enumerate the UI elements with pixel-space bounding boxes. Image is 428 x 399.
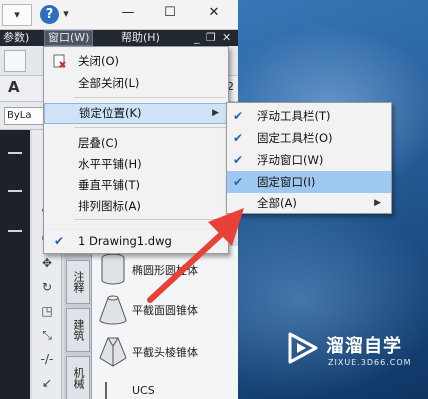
tab-annotation[interactable]: 注释 xyxy=(66,260,90,304)
watermark: 溜溜自学 ZIXUE.3D66.COM xyxy=(284,326,424,382)
maximize-button[interactable]: ☐ xyxy=(160,3,180,23)
tab-architecture[interactable]: 建筑 xyxy=(66,308,90,352)
check-icon: ✔ xyxy=(54,234,65,248)
submenu-item-label: 浮动窗口(W) xyxy=(257,153,324,167)
doc-close-button[interactable]: ✕ xyxy=(222,30,231,46)
tool-truncated-cone[interactable]: 平截面圆锥体 xyxy=(96,290,236,330)
menu-item-tile-vertical[interactable]: 垂直平铺(T) xyxy=(44,175,228,196)
arc-tool-icon[interactable]: ↙ xyxy=(37,374,57,392)
rotate-tool-icon[interactable]: ↻ xyxy=(37,278,57,296)
dimension-tool-icon[interactable]: ⤡ xyxy=(37,326,57,344)
move-tool-icon[interactable]: ✥ xyxy=(37,254,57,272)
play-logo-icon xyxy=(288,332,318,364)
submenu-item-all[interactable]: 全部(A) ▶ xyxy=(227,193,391,213)
window-menu-documents: ✔ 1 Drawing1.dwg xyxy=(43,230,229,254)
menu-item-label: 排列图标(A) xyxy=(78,199,141,213)
menu-item-label: 水平平铺(H) xyxy=(78,157,142,171)
tool-label: 椭圆形圆柱体 xyxy=(132,264,198,277)
menu-item-drawing1[interactable]: ✔ 1 Drawing1.dwg xyxy=(44,231,228,252)
check-icon: ✔ xyxy=(233,131,244,145)
doc-minimize-button[interactable]: _ xyxy=(194,30,200,46)
tab-mechanical[interactable]: 机械 xyxy=(66,356,90,399)
tool-label: 平截面圆锥体 xyxy=(132,304,198,317)
tool-truncated-pyramid[interactable]: 平截头棱锥体 xyxy=(96,332,236,372)
text-style-icon[interactable]: A xyxy=(8,78,34,98)
submenu-item-label: 固定窗口(I) xyxy=(257,175,316,189)
menu-item-cascade[interactable]: 层叠(C) xyxy=(44,133,228,154)
tool-ucs[interactable]: UCS xyxy=(96,372,236,399)
menu-separator xyxy=(74,127,226,128)
help-dropdown-icon[interactable]: ▾ xyxy=(60,4,72,26)
submenu-item-label: 全部(A) xyxy=(257,196,297,210)
left-dock-strip xyxy=(0,130,30,399)
select-tool-icon[interactable]: ◳ xyxy=(37,302,57,320)
tool-label: 平截头棱锥体 xyxy=(132,346,198,359)
submenu-arrow-icon: ▶ xyxy=(374,198,381,208)
minimize-button[interactable]: — xyxy=(118,3,138,23)
check-icon: ✔ xyxy=(233,153,244,167)
menu-item-label: 1 Drawing1.dwg xyxy=(78,234,172,248)
submenu-item-floating-windows[interactable]: ✔ 浮动窗口(W) xyxy=(227,149,391,171)
submenu-item-docked-windows[interactable]: ✔ 固定窗口(I) xyxy=(227,171,391,193)
ucs-icon xyxy=(105,382,107,399)
truncated-pyramid-icon xyxy=(99,337,127,367)
watermark-title: 溜溜自学 xyxy=(326,336,402,357)
menu-item-arrange-icons[interactable]: 排列图标(A) xyxy=(44,196,228,217)
menu-item-label: 垂直平铺(T) xyxy=(78,178,140,192)
menu-item-lock-location[interactable]: 锁定位置(K) ▶ xyxy=(44,103,228,124)
menu-separator xyxy=(74,219,226,220)
linear-tool-icon[interactable]: -/- xyxy=(37,350,57,368)
quick-access-dropdown[interactable]: ▾ xyxy=(2,4,32,26)
dock-marker xyxy=(8,152,22,154)
dock-marker xyxy=(8,190,22,192)
menu-item-label: 锁定位置(K) xyxy=(79,106,142,120)
menu-help[interactable]: 帮助(H) xyxy=(118,30,163,46)
submenu-item-floating-toolbars[interactable]: ✔ 浮动工具栏(T) xyxy=(227,105,391,127)
check-icon: ✔ xyxy=(233,175,244,189)
menu-parametric[interactable]: 参数) xyxy=(0,30,32,46)
submenu-item-label: 浮动工具栏(T) xyxy=(257,109,331,123)
dock-marker xyxy=(8,230,22,232)
close-document-icon xyxy=(53,54,66,68)
submenu-item-docked-toolbars[interactable]: ✔ 固定工具栏(O) xyxy=(227,127,391,149)
menu-item-close[interactable]: 关闭(O) xyxy=(44,51,228,72)
elliptical-cylinder-icon xyxy=(101,253,125,285)
watermark-url: ZIXUE.3D66.COM xyxy=(328,358,412,367)
doc-restore-button[interactable]: ❐ xyxy=(206,30,216,46)
menu-item-label: 层叠(C) xyxy=(78,136,119,150)
menu-item-label: 全部关闭(L) xyxy=(78,76,140,90)
menu-item-label: 关闭(O) xyxy=(78,54,120,68)
menu-item-tile-horizontal[interactable]: 水平平铺(H) xyxy=(44,154,228,175)
tool-elliptical-cylinder[interactable]: 椭圆形圆柱体 xyxy=(96,250,236,290)
menu-bar: 参数) 窗口(W) 帮助(H) _ ❐ ✕ xyxy=(0,30,238,46)
menu-window[interactable]: 窗口(W) xyxy=(44,30,94,46)
bylayer-dropdown[interactable]: ByLa xyxy=(4,107,46,125)
truncated-cone-icon xyxy=(99,295,127,325)
submenu-arrow-icon: ▶ xyxy=(212,108,219,118)
help-icon[interactable]: ? xyxy=(40,5,59,24)
title-bar: ▾ ? ▾ — ☐ ✕ xyxy=(0,0,238,30)
window-menu-dropdown: 关闭(O) 全部关闭(L) 锁定位置(K) ▶ 层叠(C) 水平平铺(H) 垂直… xyxy=(43,46,229,232)
lock-location-submenu: ✔ 浮动工具栏(T) ✔ 固定工具栏(O) ✔ 浮动窗口(W) ✔ 固定窗口(I… xyxy=(226,102,392,214)
check-icon: ✔ xyxy=(233,109,244,123)
submenu-item-label: 固定工具栏(O) xyxy=(257,131,333,145)
close-button[interactable]: ✕ xyxy=(204,3,224,23)
toolbar-button[interactable] xyxy=(4,50,26,72)
menu-item-close-all[interactable]: 全部关闭(L) xyxy=(44,73,228,94)
tool-palette-tabs: 注释 建筑 机械 xyxy=(64,246,92,399)
tool-label: UCS xyxy=(132,384,155,397)
menu-separator xyxy=(74,97,226,98)
